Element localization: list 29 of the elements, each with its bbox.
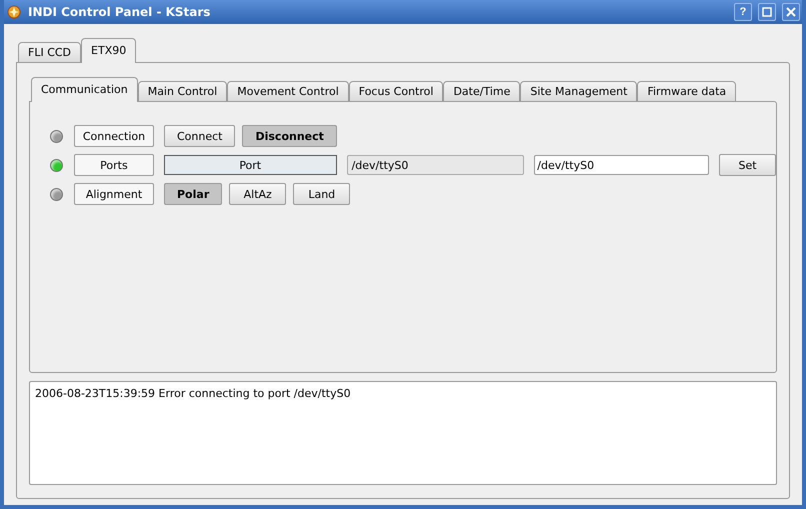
group-tab[interactable]: Date/Time — [443, 81, 520, 102]
element-label: Port — [164, 155, 337, 175]
switch-button[interactable]: Connect — [164, 125, 236, 147]
app-icon — [6, 4, 22, 20]
close-button[interactable] — [782, 3, 800, 21]
group-tab[interactable]: Communication — [31, 77, 138, 102]
switch-button[interactable]: AltAz — [229, 183, 286, 205]
maximize-button[interactable] — [758, 3, 776, 21]
switch-button[interactable]: Polar — [164, 183, 222, 205]
property-label: Ports — [74, 154, 154, 176]
device-tab[interactable]: ETX90 — [81, 38, 136, 63]
group-tab[interactable]: Site Management — [520, 81, 638, 102]
switch-button[interactable]: Disconnect — [242, 125, 337, 147]
property-label: Connection — [74, 125, 154, 147]
input-field[interactable]: /dev/ttyS0 — [534, 155, 710, 175]
current-value: /dev/ttyS0 — [346, 155, 524, 175]
close-icon — [786, 7, 796, 17]
window-title: INDI Control Panel - KStars — [28, 5, 212, 19]
help-button[interactable]: ? — [734, 3, 752, 21]
device-tab[interactable]: FLI CCD — [18, 42, 82, 63]
log-line: 2006-08-23T15:39:59 Error connecting to port /dev/ttyS0 — [35, 387, 352, 400]
property-label: Alignment — [74, 183, 154, 205]
group-tab[interactable]: Main Control — [138, 81, 228, 102]
group-tab[interactable]: Firmware data — [637, 81, 736, 102]
set-button[interactable]: Set — [719, 154, 776, 176]
square-icon — [762, 7, 772, 17]
group-tab[interactable]: Movement Control — [227, 81, 349, 102]
switch-button[interactable]: Land — [293, 183, 350, 205]
group-tab[interactable]: Focus Control — [348, 81, 444, 102]
